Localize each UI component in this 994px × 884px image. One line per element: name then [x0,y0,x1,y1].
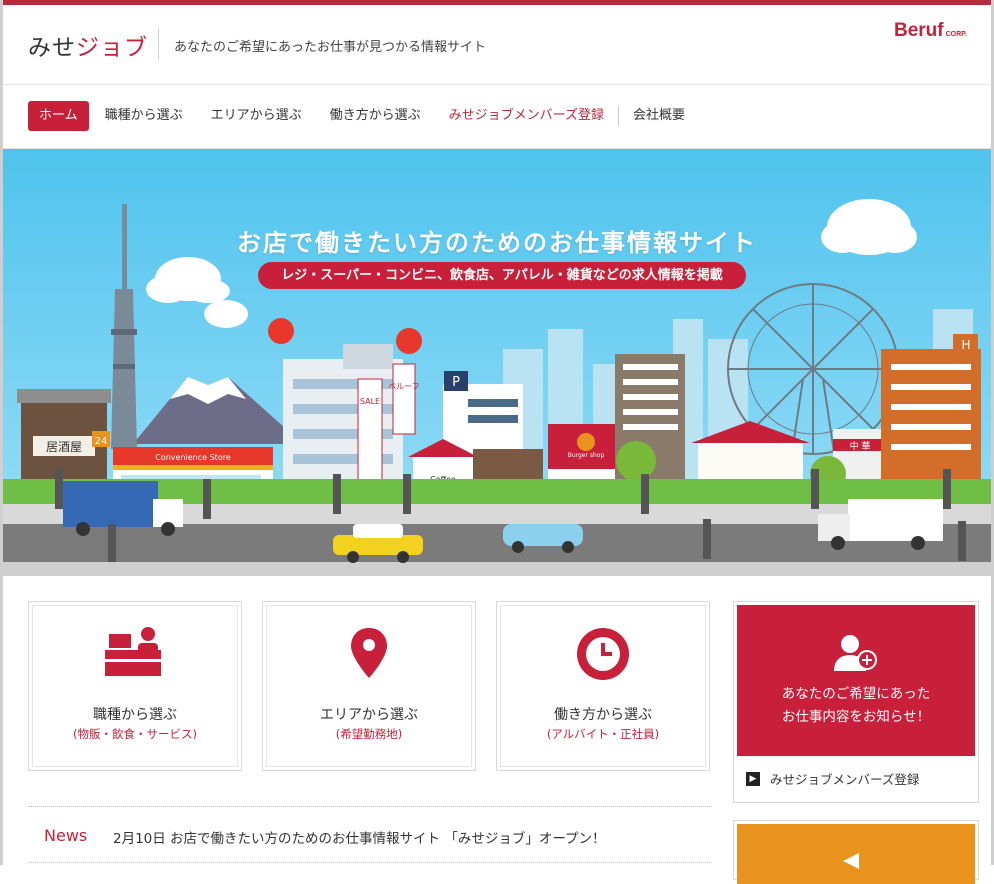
site-logo[interactable]: みせジョブ [28,28,148,62]
nav-members-register[interactable]: みせジョブメンバーズ登録 [435,101,618,131]
logo-text-mise: みせ [28,35,76,61]
curb [3,562,991,576]
news-divider-bottom [28,862,712,864]
members-message: あなたのご希望にあった お仕事内容をお知らせ！ [737,683,975,729]
sale-banner-text: SALE [360,397,380,406]
card-title: エリアから選ぶ [320,707,418,723]
hotel-sign: H [961,338,970,352]
arrow-right-icon: ▶ [746,771,760,786]
parking-sign: P [452,375,460,390]
map-pin-icon [263,626,475,686]
card-by-area[interactable]: エリアから選ぶ (希望勤務地) [262,601,476,771]
header-divider [158,28,159,60]
register-clerk-icon [29,626,241,686]
add-user-icon [737,633,975,673]
card-by-job-type[interactable]: 職種から選ぶ (物販・飲食・サービス) [28,601,242,771]
izakaya-sign: 居酒屋 [46,440,82,454]
card-title: 働き方から選ぶ [554,707,652,723]
members-banner[interactable]: あなたのご希望にあった お仕事内容をお知らせ！ [737,605,975,756]
top-accent-bar [0,0,994,5]
members-register-label: みせジョブメンバーズ登録 [770,772,920,787]
burger-sign: Burger shop [568,452,605,459]
members-register-link[interactable]: ▶ みせジョブメンバーズ登録 [746,769,919,788]
members-message-line1: あなたのご希望にあった [781,686,931,702]
beruf-banner-text: ベルーフ [388,382,420,391]
nav-company-info[interactable]: 会社概要 [619,101,699,131]
nav-home[interactable]: ホーム [28,101,89,131]
header-divider-line [3,84,991,85]
orange-banner[interactable] [733,820,979,884]
card-title: 職種から選ぶ [93,707,177,723]
nav-by-job-type[interactable]: 職種から選ぶ [91,101,197,131]
store-24-sign: 24 [95,436,108,447]
card-subtitle: (アルバイト・正社員) [546,727,660,741]
logo-text-job: ジョブ [76,35,148,61]
beruf-logo[interactable]: Beruf CORP. [894,20,967,42]
main-nav: ホーム 職種から選ぶ エリアから選ぶ 働き方から選ぶ みせジョブメンバーズ登録 … [28,101,699,131]
members-message-line2: お仕事内容をお知らせ！ [781,709,931,725]
card-subtitle: (希望勤務地) [335,727,403,741]
news-label: News [44,826,88,845]
clock-icon [497,626,709,686]
card-by-work-style[interactable]: 働き方から選ぶ (アルバイト・正社員) [496,601,710,771]
beruf-logo-text: Beruf [894,20,944,41]
orange-banner-fill [737,824,975,884]
hero-banner[interactable]: 居酒屋 24 Convenience Store SALE ベルーフ P Bur… [3,149,991,576]
nav-by-area[interactable]: エリアから選ぶ [197,101,316,131]
news-divider-top [28,806,712,808]
hero-title: お店で働きたい方のためのお仕事情報サイト [237,229,757,257]
hotel-building: H [881,334,981,489]
nav-by-work-style[interactable]: 働き方から選ぶ [316,101,435,131]
hero-illustration: 居酒屋 24 Convenience Store SALE ベルーフ P Bur… [3,149,991,576]
convenience-sign: Convenience Store [155,453,231,462]
card-subtitle: (物販・飲食・サービス) [73,727,197,741]
site-tagline: あなたのご希望にあったお仕事が見つかる情報サイト [174,40,487,55]
beruf-logo-suffix: CORP. [945,31,967,38]
news-item[interactable]: 2月10日 お店で働きたい方のためのお仕事情報サイト 「みせジョブ」オープン！ [113,827,606,847]
hero-subtitle: レジ・スーパー・コンビニ、飲食店、アパレル・雑貨などの求人情報を掲載 [258,262,746,289]
chinese-sign: 中 華 [850,440,871,452]
megaphone-icon [843,853,859,869]
members-box: あなたのご希望にあった お仕事内容をお知らせ！ ▶ みせジョブメンバーズ登録 [733,601,979,803]
